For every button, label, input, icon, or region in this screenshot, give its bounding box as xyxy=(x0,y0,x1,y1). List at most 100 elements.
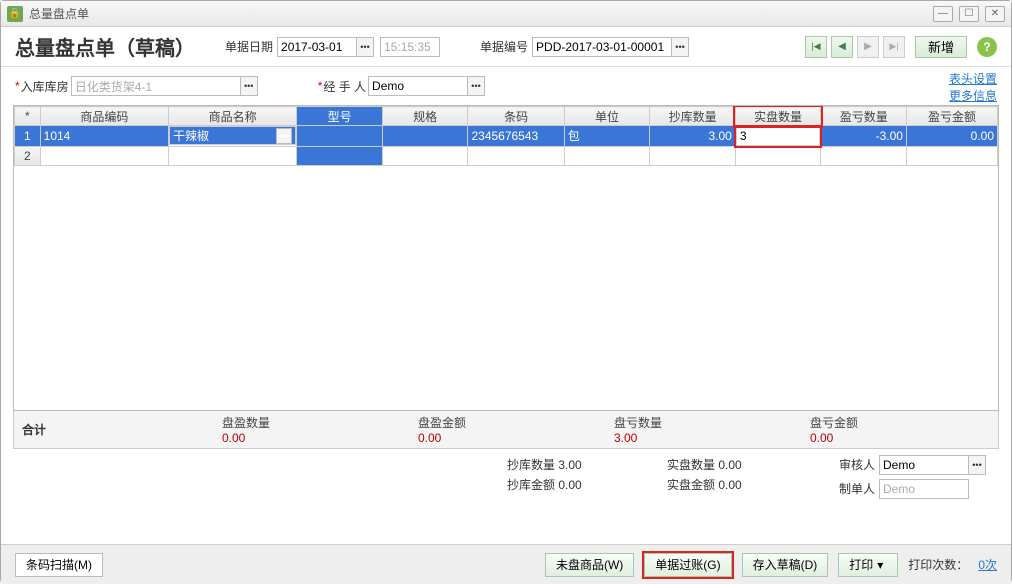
col-unit[interactable]: 单位 xyxy=(564,107,650,126)
col-actual[interactable]: 实盘数量 xyxy=(735,107,821,126)
cell-name[interactable]: 干辣椒 ••• xyxy=(169,126,296,145)
titlebar: 🔒 总量盘点单 — ☐ ✕ xyxy=(1,1,1011,27)
cell-stock[interactable] xyxy=(650,146,736,165)
required-marker: * xyxy=(318,79,323,93)
nav-last-button[interactable] xyxy=(883,36,905,58)
col-stock[interactable]: 抄库数量 xyxy=(650,107,736,126)
stat-label: 抄库数量 xyxy=(507,458,555,472)
close-button[interactable]: ✕ xyxy=(985,6,1005,22)
cell-rownum: 1 xyxy=(15,126,41,147)
handler-input[interactable] xyxy=(368,76,468,96)
time-input xyxy=(380,37,440,57)
cell-actual[interactable]: ••• xyxy=(736,127,821,146)
unstock-button[interactable]: 未盘商品(W) xyxy=(545,553,634,577)
printcount-label: 打印次数： xyxy=(908,556,968,573)
stat-label: 实盘数量 xyxy=(667,458,715,472)
stats-col: 实盘数量 0.00 实盘金额 0.00 xyxy=(667,455,827,503)
cell-diff[interactable]: -3.00 xyxy=(821,126,907,147)
print-button[interactable]: 打印▾ xyxy=(838,553,898,577)
name-lookup-button[interactable]: ••• xyxy=(276,128,292,144)
cell-amount[interactable] xyxy=(906,146,997,165)
summary-col: 盘盈数量 0.00 xyxy=(214,411,410,448)
warehouse-lookup-button[interactable]: ••• xyxy=(240,76,258,96)
help-icon[interactable]: ? xyxy=(977,37,997,57)
minimize-button[interactable]: — xyxy=(933,6,953,22)
footer: 条码扫描(M) 未盘商品(W) 单据过账(G) 存入草稿(D) 打印▾ 打印次数… xyxy=(1,544,1011,584)
actual-input[interactable] xyxy=(740,128,821,144)
cell-spec[interactable] xyxy=(382,126,468,147)
col-spec[interactable]: 规格 xyxy=(382,107,468,126)
cell-amount[interactable]: 0.00 xyxy=(906,126,997,147)
cell-code[interactable]: 1014 xyxy=(40,126,168,147)
summary-value: 3.00 xyxy=(614,431,794,445)
cell-barcode[interactable]: 2345676543 xyxy=(468,126,564,147)
summary-col: 盘盈金额 0.00 xyxy=(410,411,606,448)
summary-value: 0.00 xyxy=(810,431,990,445)
col-name[interactable]: 商品名称 xyxy=(169,107,297,126)
cell-actual[interactable] xyxy=(735,146,821,165)
auditor-input[interactable] xyxy=(879,455,969,475)
summary-col: 盘亏金额 0.00 xyxy=(802,411,998,448)
stats-row: 抄库数量 3.00 抄库金额 0.00 实盘数量 0.00 实盘金额 0.00 … xyxy=(1,449,1011,503)
cell-rownum: 2 xyxy=(15,146,41,165)
more-info-link[interactable]: 更多信息 xyxy=(949,88,997,105)
last-icon xyxy=(889,41,898,52)
cell-model[interactable] xyxy=(297,146,383,165)
stats-col: 抄库数量 3.00 抄库金额 0.00 xyxy=(507,455,667,503)
summary-col: 盘亏数量 3.00 xyxy=(606,411,802,448)
maker-label: 制单人 xyxy=(827,479,875,499)
table-row[interactable]: 1 1014 干辣椒 ••• 2345676543 包 3.00 ••• xyxy=(15,126,998,147)
window-title: 总量盘点单 xyxy=(29,5,927,22)
add-button[interactable]: 新增 xyxy=(915,36,967,58)
next-icon xyxy=(864,41,872,52)
cell-unit[interactable] xyxy=(564,146,650,165)
handler-lookup-button[interactable]: ••• xyxy=(467,76,485,96)
header-bar: 总量盘点单（草稿） 单据日期 ••• 单据编号 ••• 新增 ? xyxy=(1,27,1011,67)
post-button[interactable]: 单据过账(G) xyxy=(644,553,731,577)
dropdown-icon: ▾ xyxy=(873,558,887,572)
summary-label: 盘亏数量 xyxy=(614,414,794,431)
maximize-button[interactable]: ☐ xyxy=(959,6,979,22)
nav-buttons xyxy=(805,36,905,58)
grid: * 商品编码 商品名称 型号 规格 条码 单位 抄库数量 实盘数量 盈亏数量 盈… xyxy=(13,105,999,411)
warehouse-input[interactable] xyxy=(71,76,241,96)
col-diff[interactable]: 盈亏数量 xyxy=(821,107,907,126)
col-rownum[interactable]: * xyxy=(15,107,41,126)
warehouse-field: * 入库库房 ••• xyxy=(15,76,258,96)
handler-field: * 经 手 人 ••• xyxy=(318,76,485,96)
cell-barcode[interactable] xyxy=(468,146,564,165)
summary-label: 盘盈数量 xyxy=(222,414,402,431)
cell-spec[interactable] xyxy=(382,146,468,165)
printcount-link[interactable]: 0次 xyxy=(978,556,997,573)
barcode-scan-button[interactable]: 条码扫描(M) xyxy=(15,553,103,577)
stat-label: 抄库金额 xyxy=(507,478,555,492)
cell-name[interactable] xyxy=(169,146,297,165)
save-draft-button[interactable]: 存入草稿(D) xyxy=(742,553,829,577)
col-barcode[interactable]: 条码 xyxy=(468,107,564,126)
nav-prev-button[interactable] xyxy=(831,36,853,58)
col-amount[interactable]: 盈亏金额 xyxy=(906,107,997,126)
stats-col: 审核人 ••• 制单人 xyxy=(827,455,997,503)
page-title: 总量盘点单（草稿） xyxy=(15,32,195,61)
docno-input[interactable] xyxy=(532,37,672,57)
cell-stock[interactable]: 3.00 xyxy=(650,126,736,147)
cell-model[interactable] xyxy=(297,126,383,147)
nav-next-button[interactable] xyxy=(857,36,879,58)
docno-lookup-button[interactable]: ••• xyxy=(671,37,689,57)
cell-unit[interactable]: 包 xyxy=(564,126,650,147)
summary-bar: 合计 盘盈数量 0.00 盘盈金额 0.00 盘亏数量 3.00 盘亏金额 0.… xyxy=(13,411,999,449)
form-row: * 入库库房 ••• * 经 手 人 ••• xyxy=(1,67,1011,101)
cell-code[interactable] xyxy=(40,146,168,165)
stat-value: 0.00 xyxy=(558,478,581,492)
cell-diff[interactable] xyxy=(821,146,907,165)
col-code[interactable]: 商品编码 xyxy=(40,107,168,126)
warehouse-label: 入库库房 xyxy=(21,78,69,95)
auditor-lookup-button[interactable]: ••• xyxy=(968,455,986,475)
date-picker-button[interactable]: ••• xyxy=(356,37,374,57)
table-row[interactable]: 2 xyxy=(15,146,998,165)
date-input[interactable] xyxy=(277,37,357,57)
col-model[interactable]: 型号 xyxy=(297,107,383,126)
header-settings-link[interactable]: 表头设置 xyxy=(949,71,997,88)
nav-first-button[interactable] xyxy=(805,36,827,58)
required-marker: * xyxy=(15,79,20,93)
